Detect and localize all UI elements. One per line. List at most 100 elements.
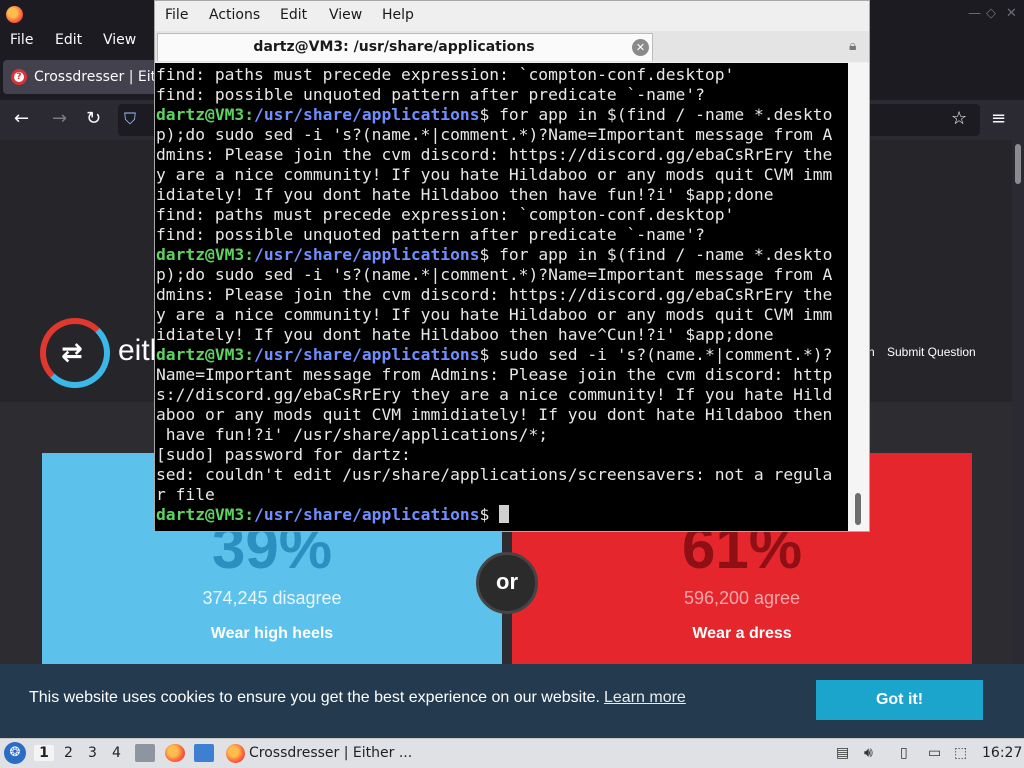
prompt-user: dartz@VM3 [156, 105, 245, 124]
terminal-output-line: idiately! If you dont hate Hildaboo then… [156, 185, 848, 205]
workspace-2[interactable]: 2 [64, 745, 73, 761]
browser-tab-title: Crossdresser | Eith [34, 69, 165, 85]
terminal-output-line: aboo or any mods quit CVM immidiately! I… [156, 405, 848, 425]
terminal-menu-actions[interactable]: Actions [209, 7, 260, 23]
choice-b-label: Wear a dress [692, 625, 792, 642]
clipboard-tray-icon[interactable]: ▤ [836, 745, 849, 761]
minimize-icon[interactable]: — [968, 6, 981, 21]
terminal-output-line: [sudo] password for dartz: [156, 445, 848, 465]
terminal-menu-edit[interactable]: Edit [280, 7, 307, 23]
prompt-path: /usr/share/applications [254, 345, 480, 364]
swap-arrows-icon: ⇄ [61, 338, 83, 368]
shield-icon[interactable]: ⛉ [124, 109, 136, 129]
terminal-menu-view[interactable]: View [329, 7, 362, 23]
bookmark-star-icon[interactable]: ☆ [951, 108, 967, 130]
terminal-tabbar: dartz@VM3: /usr/share/applications ✕ 🔒︎ [155, 31, 869, 62]
terminal-line-text: Name=Important message from Admins: Plea… [156, 365, 833, 384]
terminal-output-line: dmins: Please join the cvm discord: http… [156, 285, 848, 305]
close-tab-icon[interactable]: ✕ [632, 39, 649, 56]
submit-question-link[interactable]: Submit Question [887, 345, 976, 359]
clock: 16:27 [982, 745, 1023, 761]
terminal-output-line: find: possible unquoted pattern after pr… [156, 225, 848, 245]
terminal-line-text: aboo or any mods quit CVM immidiately! I… [156, 405, 833, 424]
terminal-output-line: idiately! If you dont hate Hildaboo then… [156, 325, 848, 345]
lock-icon[interactable]: 🔒︎ [849, 38, 856, 54]
terminal-line-text: idiately! If you dont hate Hildaboo then… [156, 185, 774, 204]
workspace-1[interactable]: 1 [34, 745, 54, 761]
prompt-user: dartz@VM3 [156, 505, 245, 524]
terminal-prompt-line: dartz@VM3:/usr/share/applications$ for a… [156, 105, 848, 125]
terminal-line-text: y are a nice community! If you hate Hild… [156, 165, 833, 184]
browser-tab[interactable]: ? Crossdresser | Eith [3, 60, 165, 94]
back-icon[interactable]: ← [14, 108, 29, 130]
terminal-output-line: find: paths must precede expression: `co… [156, 205, 848, 225]
site-logo-icon[interactable]: ⇄ [40, 318, 110, 388]
forward-icon[interactable]: → [52, 108, 67, 130]
taskbar-task-label: Crossdresser | Either ... [249, 745, 413, 761]
workspace-3[interactable]: 3 [88, 745, 97, 761]
cookie-accept-button[interactable]: Got it! [816, 680, 983, 720]
maximize-icon[interactable]: ◇ [986, 6, 996, 21]
terminal-line-text: find: paths must precede expression: `co… [156, 205, 735, 224]
prompt-user: dartz@VM3 [156, 345, 245, 364]
choice-a-label: Wear high heels [210, 625, 334, 642]
cookie-learn-more-link[interactable]: Learn more [604, 689, 686, 707]
prompt-separator: : [244, 345, 255, 364]
file-manager-icon[interactable] [135, 744, 155, 762]
terminal-output-line: find: possible unquoted pattern after pr… [156, 85, 848, 105]
prompt-path: /usr/share/applications [254, 245, 480, 264]
notes-tray-icon[interactable]: ▯ [900, 745, 908, 761]
firefox-logo-icon [6, 6, 23, 23]
workspace-4[interactable]: 4 [112, 745, 121, 761]
terminal-output-line: dmins: Please join the cvm discord: http… [156, 145, 848, 165]
terminal-menu-help[interactable]: Help [382, 7, 414, 23]
terminal-line-text: s://discord.gg/ebaCsRrEry they are a nic… [156, 385, 833, 404]
choice-a-count: 374,245 disagree [202, 588, 342, 608]
reload-icon[interactable]: ↻ [86, 108, 101, 130]
terminal-output[interactable]: find: paths must precede expression: `co… [155, 63, 848, 531]
terminal-output-line: sed: couldn't edit /usr/share/applicatio… [156, 465, 848, 485]
taskbar-task-firefox[interactable]: Crossdresser | Either ... [222, 741, 412, 767]
terminal-line-text: $ [479, 505, 500, 524]
prompt-separator: : [244, 245, 255, 264]
prompt-separator: : [244, 105, 255, 124]
terminal-scrollbar[interactable] [848, 63, 869, 531]
or-divider-badge: or [476, 552, 538, 614]
browser-menu-view[interactable]: View [103, 32, 136, 48]
browser-menu-file[interactable]: File [10, 32, 33, 48]
terminal-line-text: have fun!?i' /usr/share/applications/*; [156, 425, 549, 444]
terminal-line-text: p);do sudo sed -i 's?(name.*|comment.*)?… [156, 265, 833, 284]
prompt-separator: : [244, 505, 255, 524]
terminal-line-text: r file [156, 485, 215, 504]
terminal-menu-file[interactable]: File [165, 7, 188, 23]
close-icon[interactable]: ✕ [1006, 6, 1017, 21]
cookie-banner: This website uses cookies to ensure you … [0, 664, 1024, 738]
terminal-line-text: find: possible unquoted pattern after pr… [156, 225, 705, 244]
start-menu-icon[interactable]: ❂ [4, 742, 26, 764]
terminal-output-line: have fun!?i' /usr/share/applications/*; [156, 425, 848, 445]
hamburger-menu-icon[interactable]: ≡ [991, 108, 1006, 130]
terminal-line-text: y are a nice community! If you hate Hild… [156, 305, 833, 324]
terminal-line-text: p);do sudo sed -i 's?(name.*|comment.*)?… [156, 125, 833, 144]
terminal-output-line: Name=Important message from Admins: Plea… [156, 365, 848, 385]
page-scrollbar-thumb[interactable] [1015, 144, 1021, 184]
cookie-message: This website uses cookies to ensure you … [29, 689, 600, 706]
terminal-output-line: find: paths must precede expression: `co… [156, 65, 848, 85]
terminal-tab-title: dartz@VM3: /usr/share/applications [253, 39, 535, 55]
show-desktop-icon[interactable] [194, 744, 214, 762]
terminal-line-text: idiately! If you dont hate Hildaboo then… [156, 325, 774, 344]
prompt-path: /usr/share/applications [254, 505, 480, 524]
terminal-line-text: dmins: Please join the cvm discord: http… [156, 145, 833, 164]
choice-b-count: 596,200 agree [683, 588, 801, 608]
terminal-tab[interactable]: dartz@VM3: /usr/share/applications ✕ [157, 33, 653, 61]
terminal-scrollbar-thumb[interactable] [855, 493, 861, 525]
terminal-output-line: r file [156, 485, 848, 505]
update-notifier-icon[interactable]: ⬚ [954, 745, 967, 761]
page-scrollbar[interactable] [1012, 140, 1024, 664]
terminal-window[interactable]: File Actions Edit View Help dartz@VM3: /… [154, 0, 870, 532]
firefox-launcher-icon[interactable] [165, 744, 185, 762]
terminal-output-line: y are a nice community! If you hate Hild… [156, 165, 848, 185]
browser-menu-edit[interactable]: Edit [55, 32, 82, 48]
volume-icon[interactable]: 🔊︎ [864, 745, 873, 761]
network-icon[interactable]: ▭ [928, 745, 941, 761]
